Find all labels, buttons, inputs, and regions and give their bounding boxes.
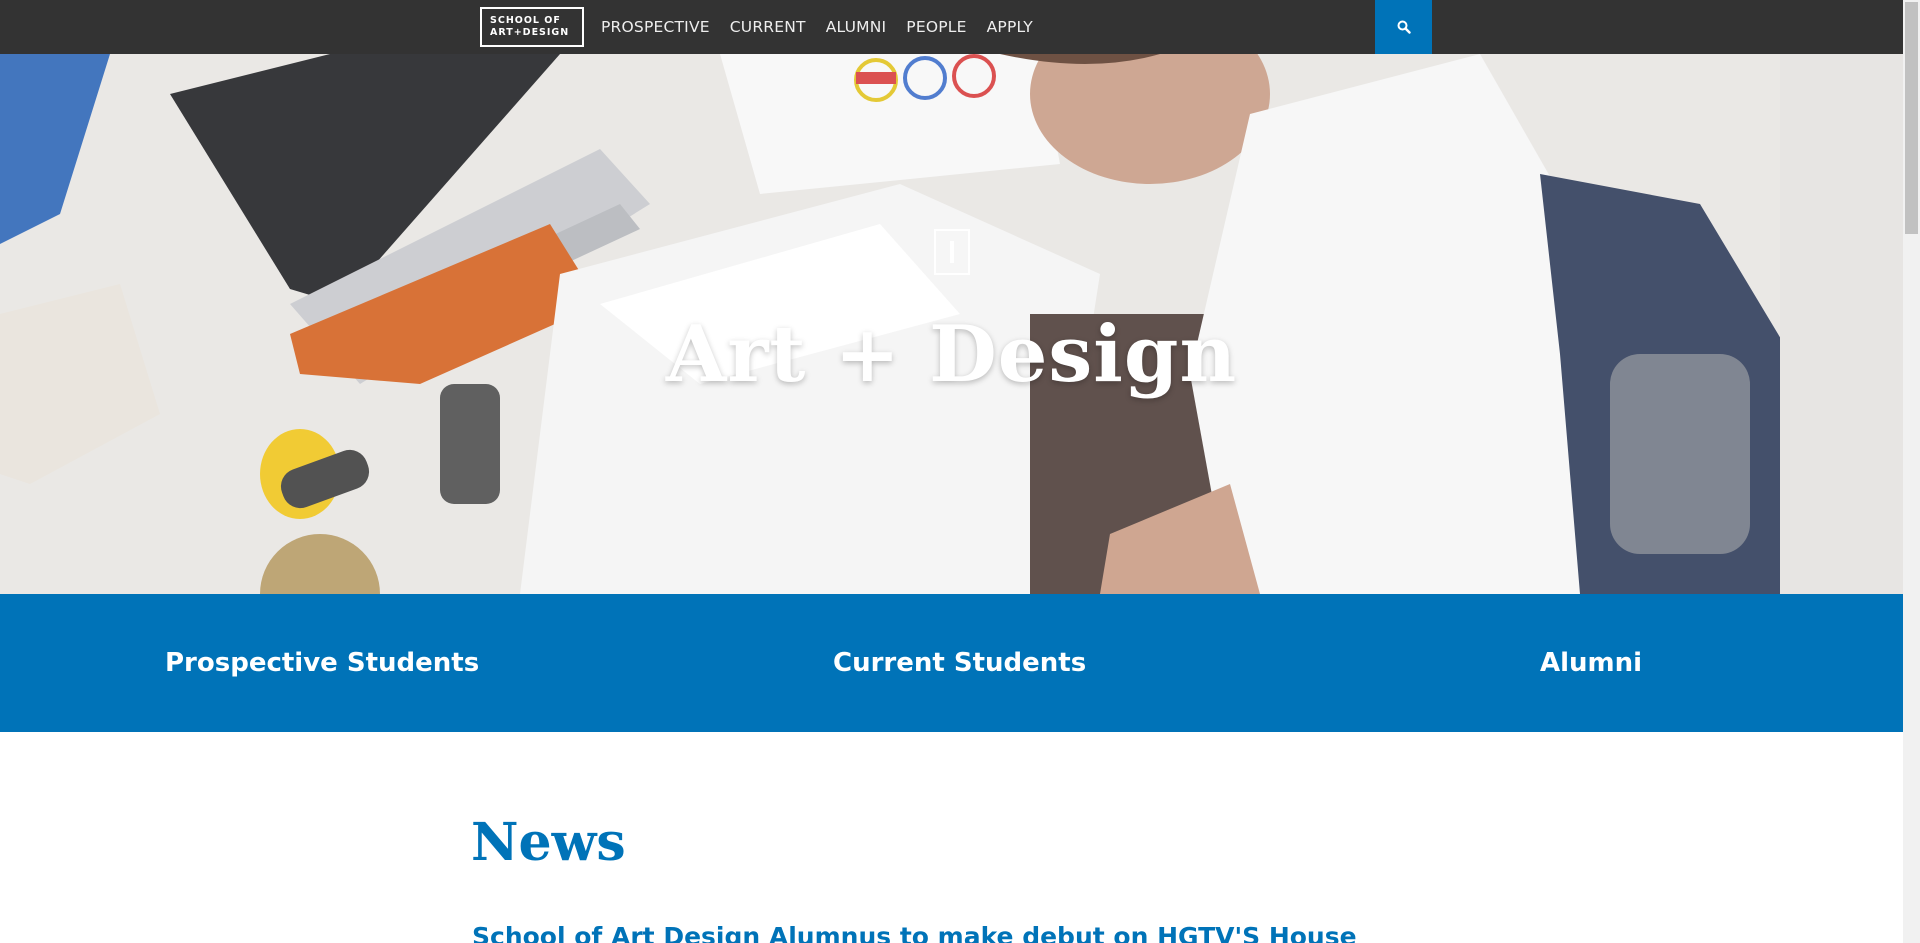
nav-item-prospective[interactable]: PROSPECTIVE — [601, 18, 710, 36]
hero-banner: Art + Design — [0, 54, 1903, 594]
alumni-link[interactable]: Alumni — [1540, 594, 1642, 732]
hero-logo-mark — [934, 229, 970, 275]
nav-item-current[interactable]: CURRENT — [730, 18, 806, 36]
current-students-link[interactable]: Current Students — [833, 594, 1086, 732]
news-heading: News — [471, 812, 626, 873]
scrollbar-thumb[interactable] — [1905, 2, 1918, 234]
search-button[interactable] — [1375, 0, 1432, 54]
audience-links-band: Prospective Students Current Students Al… — [0, 594, 1903, 732]
school-logo[interactable]: SCHOOL OF ART+DESIGN — [480, 7, 584, 47]
nav-item-people[interactable]: PEOPLE — [906, 18, 966, 36]
logo-line-1: SCHOOL OF — [490, 15, 561, 26]
main-nav: PROSPECTIVE CURRENT ALUMNI PEOPLE APPLY — [601, 0, 1053, 54]
news-item-link[interactable]: School of Art Design Alumnus to make deb… — [472, 922, 1357, 943]
top-navigation-bar: SCHOOL OF ART+DESIGN PROSPECTIVE CURRENT… — [0, 0, 1903, 54]
nav-item-alumni[interactable]: ALUMNI — [826, 18, 887, 36]
logo-line-2: ART+DESIGN — [490, 27, 570, 38]
hero-title: Art + Design — [665, 309, 1238, 400]
nav-item-apply[interactable]: APPLY — [987, 18, 1033, 36]
search-icon — [1397, 20, 1411, 34]
prospective-students-link[interactable]: Prospective Students — [165, 594, 479, 732]
